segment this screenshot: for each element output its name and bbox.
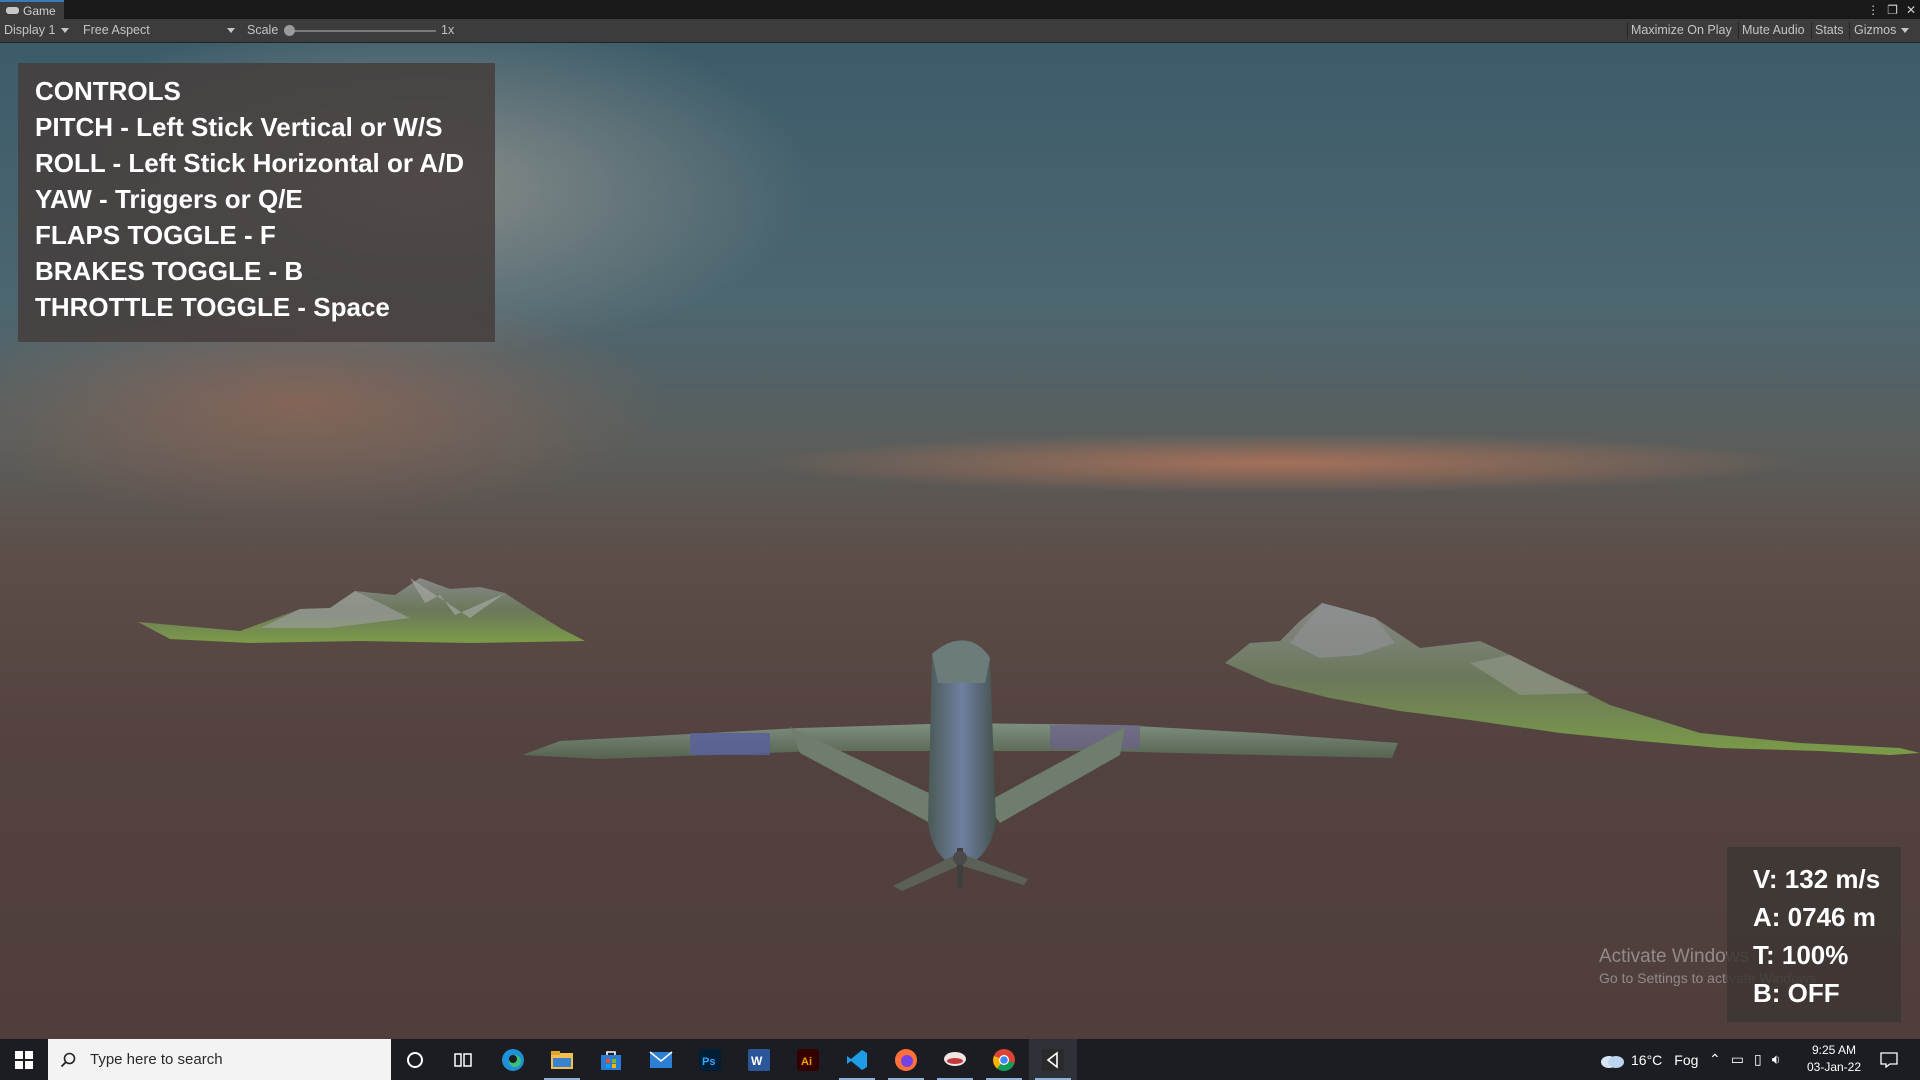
gizmos-label: Gizmos — [1854, 23, 1897, 37]
divider — [1738, 22, 1739, 39]
windows-logo-icon — [14, 1050, 33, 1069]
scale-value: 1x — [441, 23, 455, 37]
taskbar-app-unity[interactable] — [1029, 1039, 1077, 1080]
weather-temp: 16°C — [1631, 1051, 1663, 1068]
gizmos-dropdown[interactable]: Gizmos — [1854, 19, 1910, 42]
left-terrain-island — [138, 578, 585, 643]
editor-tab-bar: Game ⋮ ❐ ✕ — [0, 0, 1920, 19]
file-explorer-icon — [551, 1050, 573, 1069]
control-line-flaps: FLAPS TOGGLE - F — [35, 220, 276, 250]
weather-desc: Fog — [1674, 1051, 1699, 1068]
controls-title: CONTROLS — [35, 76, 181, 106]
taskbar-app-file-explorer[interactable] — [538, 1039, 586, 1080]
svg-text:W: W — [751, 1054, 763, 1068]
game-app-icon — [944, 1051, 966, 1066]
hud-velocity: V: 132 m/s — [1753, 864, 1881, 894]
notifications-button[interactable] — [1880, 1039, 1898, 1080]
more-options-icon[interactable]: ⋮ — [1867, 3, 1879, 17]
taskbar-app-illustrator[interactable]: Ai — [784, 1039, 832, 1080]
divider — [1627, 22, 1628, 39]
control-line-roll: ROLL - Left Stick Horizontal or A/D — [35, 148, 465, 178]
maximize-window-icon[interactable]: ❐ — [1887, 3, 1898, 17]
hud-brakes: B: OFF — [1753, 978, 1840, 1008]
edge-icon — [502, 1048, 524, 1071]
taskbar-app-photoshop[interactable]: Ps — [686, 1039, 734, 1080]
gamepad-icon — [6, 7, 19, 14]
right-terrain-island — [1225, 603, 1920, 755]
tab-game-label: Game — [23, 3, 56, 18]
control-line-pitch: PITCH - Left Stick Vertical or W/S — [35, 112, 443, 142]
svg-text:Ai: Ai — [801, 1056, 812, 1068]
store-icon — [601, 1050, 621, 1070]
word-icon: W — [748, 1048, 770, 1071]
taskbar-app-mail[interactable] — [637, 1039, 685, 1080]
search-input[interactable] — [88, 1050, 362, 1069]
vscode-icon — [847, 1049, 867, 1070]
chevron-down-icon — [1901, 28, 1910, 34]
tab-game[interactable]: Game — [0, 0, 64, 19]
hud-altitude: A: 0746 m — [1753, 902, 1876, 932]
taskbar-app-vscode[interactable] — [833, 1039, 881, 1080]
system-tray-icons: ⌃ ▭ ▯ 🔉︎ — [1709, 1039, 1781, 1080]
unity-icon — [1042, 1048, 1064, 1071]
mail-icon — [649, 1050, 673, 1068]
hud-throttle: T: 100% — [1753, 940, 1849, 970]
task-view-button[interactable] — [439, 1039, 487, 1080]
start-button[interactable] — [0, 1039, 47, 1080]
notification-icon — [1880, 1051, 1898, 1068]
game-view-toolbar: Display 1 Free Aspect Scale 1x Maximize … — [0, 19, 1920, 43]
controls-panel: CONTROLS PITCH - Left Stick Vertical or … — [18, 63, 495, 342]
taskbar-app-word[interactable]: W — [735, 1039, 783, 1080]
control-line-yaw: YAW - Triggers or Q/E — [35, 184, 303, 214]
cortana-icon — [407, 1051, 423, 1068]
task-view-icon — [454, 1052, 472, 1067]
control-line-throttle: THROTTLE TOGGLE - Space — [35, 292, 390, 322]
stats-toggle[interactable]: Stats — [1815, 19, 1844, 42]
weather-widget[interactable]: 16°C Fog — [1599, 1039, 1698, 1080]
divider — [1849, 22, 1850, 39]
firefox-icon — [895, 1048, 917, 1071]
game-viewport[interactable]: CONTROLS PITCH - Left Stick Vertical or … — [0, 43, 1920, 1039]
clock-time: 9:25 AM — [1811, 1043, 1857, 1057]
taskbar-app-edge[interactable] — [489, 1039, 537, 1080]
clock-date: 03-Jan-22 — [1806, 1060, 1862, 1074]
taskbar-app-store[interactable] — [587, 1039, 635, 1080]
display-dropdown-label: Display 1 — [4, 23, 56, 37]
mute-audio-toggle[interactable]: Mute Audio — [1742, 19, 1805, 42]
scale-slider-track[interactable] — [291, 30, 436, 32]
illustrator-icon: Ai — [797, 1048, 819, 1071]
windows-taskbar: Ps W Ai 16°C Fog ⌃ ▭ ▯ 🔉︎ 9:25 AM 03-Jan… — [0, 1039, 1920, 1080]
taskbar-search-box[interactable] — [48, 1039, 391, 1080]
chevron-up-icon[interactable]: ⌃ — [1709, 1051, 1721, 1068]
chevron-down-icon — [227, 28, 235, 33]
control-line-brakes: BRAKES TOGGLE - B — [35, 256, 304, 286]
cloud-icon — [1601, 1055, 1624, 1068]
taskbar-app-game[interactable] — [931, 1039, 979, 1080]
display-icon[interactable]: ▯ — [1754, 1051, 1762, 1068]
divider — [1811, 22, 1812, 39]
svg-text:Ps: Ps — [702, 1056, 715, 1068]
cortana-button[interactable] — [391, 1039, 439, 1080]
taskbar-clock[interactable]: 9:25 AM 03-Jan-22 — [1800, 1042, 1868, 1076]
aspect-dropdown-label: Free Aspect — [83, 23, 150, 37]
taskbar-app-firefox[interactable] — [882, 1039, 930, 1080]
search-icon — [60, 1052, 76, 1067]
chrome-icon — [993, 1048, 1015, 1071]
maximize-on-play-toggle[interactable]: Maximize On Play — [1631, 19, 1732, 42]
photoshop-icon: Ps — [699, 1048, 721, 1071]
close-window-icon[interactable]: ✕ — [1906, 3, 1916, 17]
volume-icon[interactable]: 🔉︎ — [1772, 1051, 1781, 1068]
display-dropdown[interactable]: Display 1 — [4, 19, 70, 42]
scale-slider-handle[interactable] — [284, 25, 295, 36]
scale-label: Scale — [247, 23, 279, 37]
chevron-down-icon — [61, 28, 70, 34]
taskbar-app-chrome[interactable] — [980, 1039, 1028, 1080]
aspect-dropdown[interactable]: Free Aspect — [83, 19, 235, 42]
network-icon[interactable]: ▭ — [1731, 1051, 1744, 1068]
flight-hud: V: 132 m/s A: 0746 m T: 100% B: OFF — [1727, 847, 1901, 1022]
